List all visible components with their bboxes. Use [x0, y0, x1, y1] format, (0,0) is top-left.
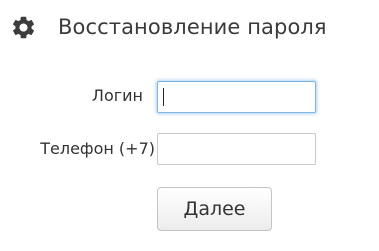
- page-title: Восстановление пароля: [58, 15, 327, 39]
- next-button[interactable]: Далее: [157, 187, 272, 231]
- phone-input[interactable]: [157, 133, 316, 165]
- text-caret: [163, 88, 164, 106]
- gear-icon: [12, 16, 35, 38]
- login-label: Логин: [91, 86, 143, 105]
- phone-label: Телефон (+7): [40, 139, 155, 158]
- login-input[interactable]: [157, 81, 316, 113]
- page-header: Восстановление пароля: [10, 12, 327, 42]
